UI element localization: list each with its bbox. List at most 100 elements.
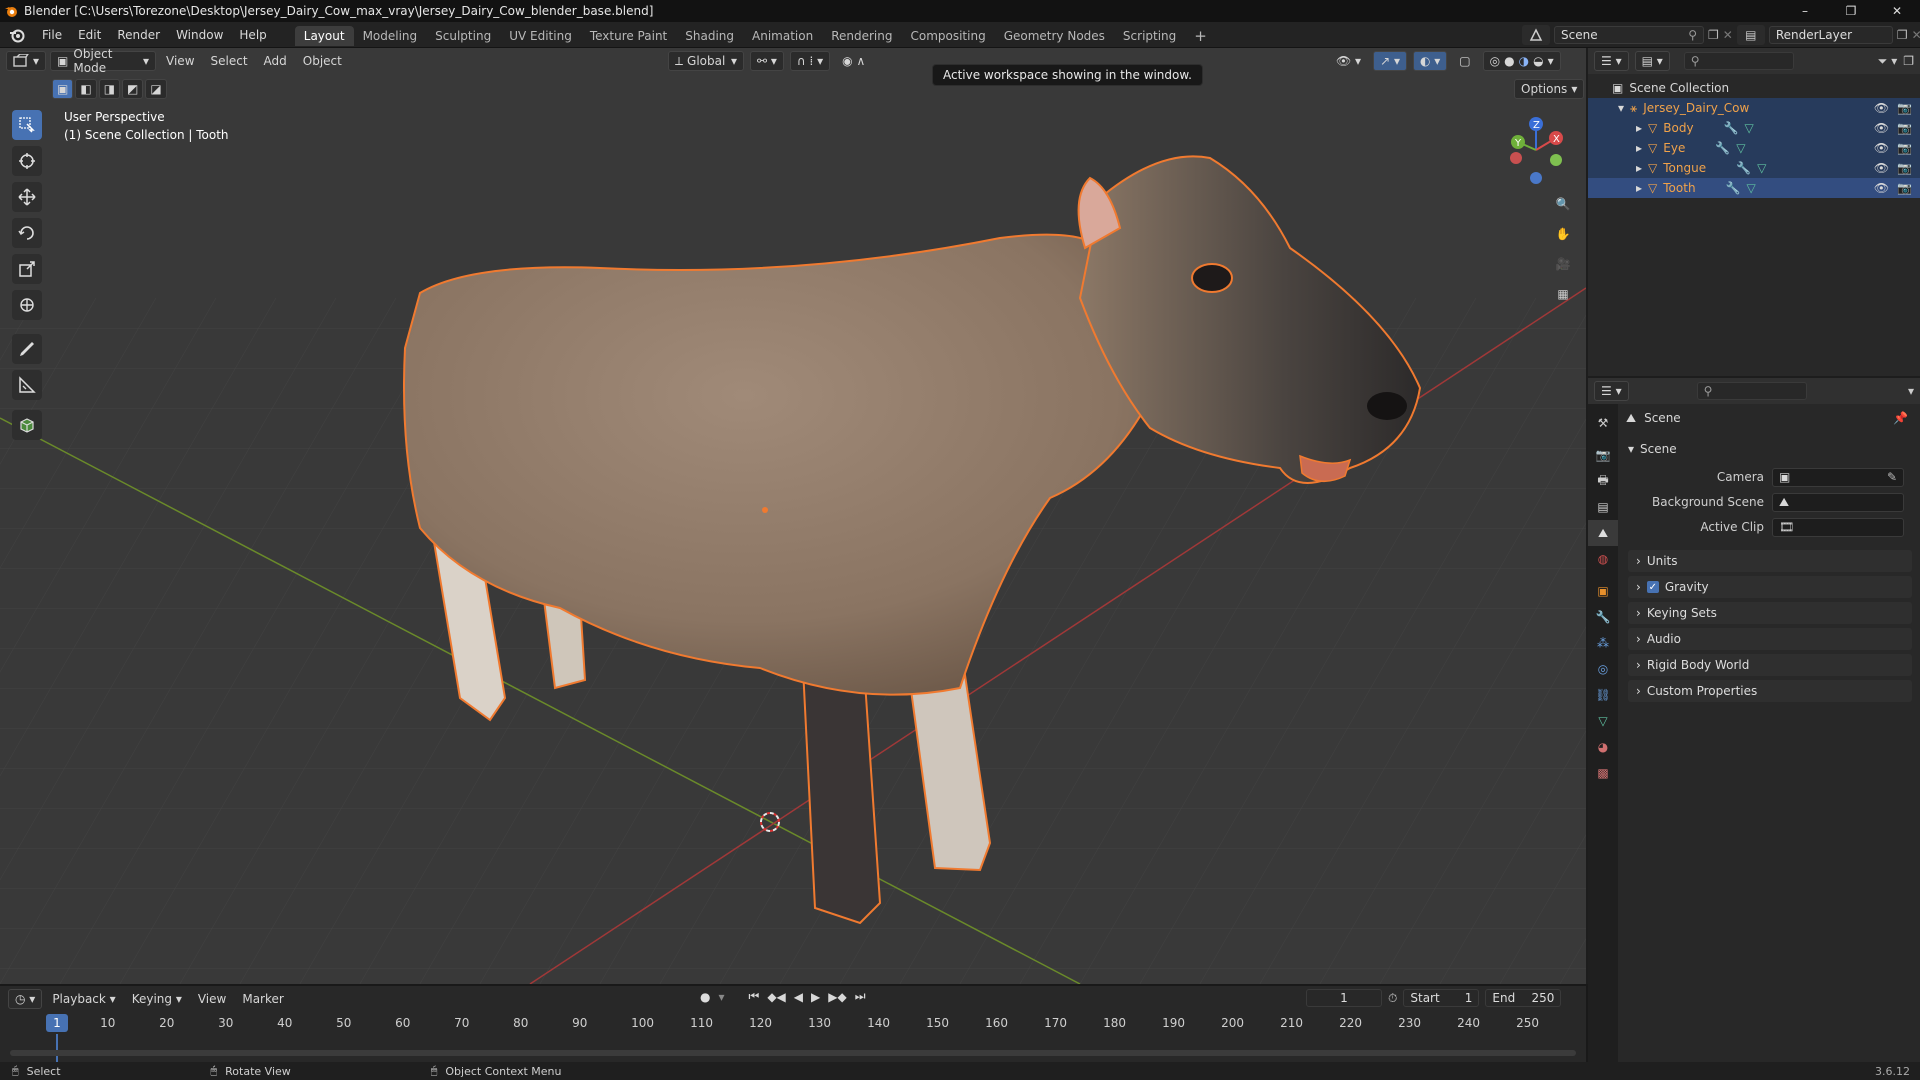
output-tab-icon[interactable]: 🖶 (1588, 468, 1618, 494)
camera-field[interactable]: ▣ ✎ (1772, 467, 1904, 487)
menu-help[interactable]: Help (231, 22, 274, 48)
wireframe-shading-icon[interactable]: ◎ (1490, 54, 1500, 68)
render-tab-icon[interactable]: 📷 (1588, 442, 1618, 468)
expand-arrow-icon[interactable]: ▸ (1636, 141, 1642, 155)
prev-keyframe-icon[interactable]: ◆◀ (767, 990, 785, 1004)
outliner-row-collection[interactable]: ▾ ⚹ Jersey_Dairy_Cow 👁 📷 (1588, 98, 1920, 118)
play-reverse-icon[interactable]: ◀ (794, 990, 803, 1004)
start-frame-field[interactable]: Start 1 (1403, 989, 1480, 1007)
select-intersect-icon[interactable]: ◪ (145, 79, 167, 99)
eye-icon[interactable]: 👁 (1874, 101, 1889, 115)
overlays-toggle-icon[interactable]: ◐ ▾ (1412, 51, 1448, 71)
modifier-wrench-icon[interactable]: 🔧 (1715, 141, 1730, 155)
background-scene-field[interactable]: ⛰ (1772, 492, 1904, 512)
transform-tool[interactable] (12, 290, 42, 320)
area-divider[interactable] (1586, 984, 1588, 1062)
proportional-edit-icon[interactable]: ◉ ∧ (836, 51, 871, 71)
viewport-menu-select[interactable]: Select (205, 51, 254, 71)
pin-icon[interactable]: 📌 (1893, 411, 1908, 425)
outliner-row-eye[interactable]: ▸ ▽ Eye 🔧 ▽ 👁 📷 (1588, 138, 1920, 158)
tab-scripting[interactable]: Scripting (1114, 26, 1185, 46)
panel-rigid-body-world[interactable]: › Rigid Body World (1628, 654, 1912, 676)
frame-ruler[interactable]: 10 20 30 40 50 60 70 80 90 100 110 120 130 140 150 160 1… (0, 1012, 1586, 1034)
panel-units[interactable]: › Units (1628, 550, 1912, 572)
zoom-icon[interactable]: 🔍 (1550, 191, 1576, 217)
modifier-wrench-icon[interactable]: 🔧 (1726, 181, 1741, 195)
rotate-tool[interactable] (12, 218, 42, 248)
panel-keying-sets[interactable]: › Keying Sets (1628, 602, 1912, 624)
modifier-wrench-icon[interactable]: 🔧 (1736, 161, 1751, 175)
view-layer-field[interactable]: RenderLayer (1768, 26, 1893, 44)
chevron-down-icon[interactable]: ▾ (718, 990, 724, 1004)
view-layer-tab-icon[interactable]: ▤ (1588, 494, 1618, 520)
object-tab-icon[interactable]: ▣ (1588, 578, 1618, 604)
jump-start-icon[interactable]: ⏮ (749, 989, 760, 1004)
blender-menu-icon[interactable] (0, 22, 34, 48)
modifier-tab-icon[interactable]: 🔧 (1588, 604, 1618, 630)
camera-view-icon[interactable]: 🎥 (1550, 251, 1576, 277)
modifier-wrench-icon[interactable]: 🔧 (1724, 121, 1739, 135)
world-tab-icon[interactable]: ◍ (1588, 546, 1618, 572)
chevron-down-icon[interactable]: ▾ (1908, 384, 1914, 398)
visibility-icon[interactable]: 👁 ▾ (1330, 51, 1367, 71)
expand-arrow-icon[interactable]: ▾ (1618, 101, 1624, 115)
record-icon[interactable]: ● (700, 990, 710, 1004)
menu-render[interactable]: Render (109, 22, 168, 48)
scale-tool[interactable] (12, 254, 42, 284)
tab-uv-editing[interactable]: UV Editing (500, 26, 581, 46)
new-view-layer-icon[interactable]: ❐ (1897, 28, 1908, 42)
expand-arrow-icon[interactable]: ▸ (1636, 121, 1642, 135)
add-workspace-button[interactable]: + (1185, 26, 1216, 46)
cursor-tool[interactable] (12, 146, 42, 176)
camera-icon[interactable]: 📷 (1897, 161, 1912, 175)
panel-audio[interactable]: › Audio (1628, 628, 1912, 650)
panel-scene-header[interactable]: ▾ Scene (1622, 438, 1918, 460)
select-subtract-icon[interactable]: ◨ (98, 79, 121, 99)
play-icon[interactable]: ▶ (811, 990, 820, 1004)
snap-icon[interactable]: ∩ ⁞ ▾ (789, 51, 831, 71)
select-extend-icon[interactable]: ◧ (75, 79, 97, 99)
timeline-menu-view[interactable]: View (192, 989, 232, 1009)
ortho-grid-icon[interactable]: ▦ (1550, 281, 1576, 307)
timeline-editor-type-icon[interactable]: ◷ ▾ (8, 989, 43, 1009)
close-button[interactable]: ✕ (1874, 0, 1920, 22)
3d-viewport[interactable]: ▾ ▣ Object Mode ▾ View Select Add Object… (0, 48, 1586, 984)
active-clip-field[interactable]: 🎞 (1772, 517, 1904, 537)
end-frame-field[interactable]: End 250 (1485, 989, 1562, 1007)
scene-tab-icon[interactable]: ⛰ (1588, 520, 1618, 546)
tab-shading[interactable]: Shading (676, 26, 743, 46)
data-tab-icon[interactable]: ▽ (1588, 708, 1618, 734)
menu-edit[interactable]: Edit (70, 22, 109, 48)
menu-file[interactable]: File (34, 22, 70, 48)
minimize-button[interactable]: – (1782, 0, 1828, 22)
tab-modeling[interactable]: Modeling (354, 26, 427, 46)
viewport-menu-add[interactable]: Add (258, 51, 293, 71)
tab-compositing[interactable]: Compositing (901, 26, 994, 46)
object-mode-dropdown[interactable]: ▣ Object Mode ▾ (50, 48, 157, 75)
outliner-row-scene-collection[interactable]: ▣ Scene Collection (1588, 78, 1920, 98)
properties-search-input[interactable]: ⚲ (1696, 382, 1807, 400)
properties-editor-type-icon[interactable]: ☰ ▾ (1594, 381, 1629, 401)
scene-name-field[interactable]: Scene ⚲ (1554, 26, 1704, 44)
tab-animation[interactable]: Animation (743, 26, 822, 46)
menu-window[interactable]: Window (168, 22, 231, 48)
solid-shading-icon[interactable]: ● (1504, 54, 1514, 68)
physics-tab-icon[interactable]: ◎ (1588, 656, 1618, 682)
gravity-checkbox[interactable]: ✓ (1646, 581, 1659, 593)
camera-icon[interactable]: 📷 (1897, 101, 1912, 115)
tab-geometry-nodes[interactable]: Geometry Nodes (995, 26, 1114, 46)
transform-orientation-dropdown[interactable]: ⟂ Global ▾ (668, 51, 744, 71)
camera-icon[interactable]: 📷 (1897, 121, 1912, 135)
mesh-data-icon[interactable]: ▽ (1757, 161, 1766, 175)
panel-custom-properties[interactable]: › Custom Properties (1628, 680, 1912, 702)
remove-view-layer-icon[interactable]: ✕ (1912, 28, 1920, 42)
xray-icon[interactable]: ▢ (1453, 51, 1476, 71)
tab-texture-paint[interactable]: Texture Paint (581, 26, 676, 46)
pivot-point-icon[interactable]: ⚯ ▾ (750, 51, 784, 71)
select-box-tool[interactable] (12, 110, 42, 140)
texture-tab-icon[interactable]: ▩ (1588, 760, 1618, 786)
mesh-data-icon[interactable]: ▽ (1745, 121, 1754, 135)
editor-type-button[interactable]: ▾ (6, 51, 47, 71)
rendered-shading-icon[interactable]: ◒ (1533, 54, 1543, 68)
select-invert-icon[interactable]: ◩ (122, 79, 144, 99)
